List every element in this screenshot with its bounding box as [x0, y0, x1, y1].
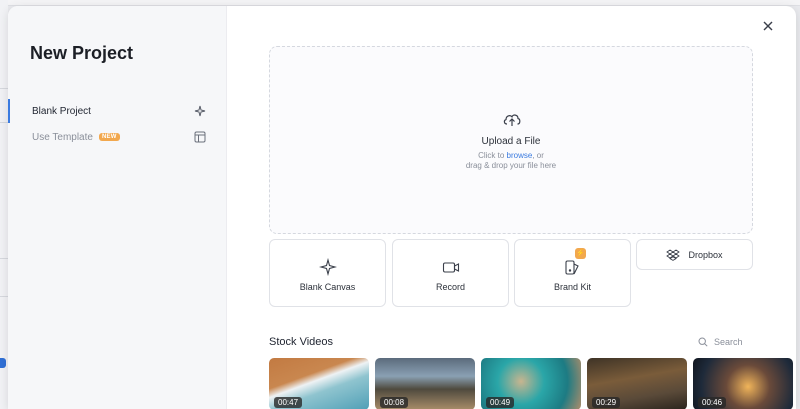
modal-sidebar: New Project Blank Project Use Template N… — [8, 6, 227, 409]
nav-item-blank-project[interactable]: Blank Project — [8, 99, 227, 123]
brand-kit-button[interactable]: ⚡ Brand Kit — [514, 239, 631, 307]
nav-item-label: Use Template — [32, 131, 93, 143]
brand-kit-icon — [564, 260, 579, 275]
stock-video-thumbnail[interactable]: 00:47 — [269, 358, 369, 409]
upload-drag-hint: drag & drop your file here — [465, 161, 557, 170]
dropbox-icon — [666, 248, 681, 261]
background-page-sidebar — [0, 0, 8, 409]
nav-item-use-template[interactable]: Use Template NEW — [8, 125, 227, 149]
search-icon — [698, 337, 708, 347]
upload-instructions-suffix: , or — [532, 151, 544, 160]
video-duration: 00:08 — [380, 397, 409, 408]
new-badge: NEW — [98, 133, 120, 141]
video-camera-icon — [442, 262, 459, 273]
stock-video-thumbnail[interactable]: 00:29 — [587, 358, 687, 409]
close-icon[interactable] — [762, 20, 774, 32]
upload-instructions: Click to browse, or — [270, 151, 752, 160]
lightning-icon: ⚡ — [575, 248, 586, 259]
dropbox-button[interactable]: Dropbox — [636, 239, 753, 270]
record-button[interactable]: Record — [392, 239, 509, 307]
tile-label: Brand Kit — [553, 282, 592, 292]
stock-video-thumbnail[interactable]: 00:49 — [481, 358, 581, 409]
search-placeholder: Search — [714, 337, 743, 347]
modal-title: New Project — [30, 43, 134, 63]
sparkle-icon — [194, 105, 206, 117]
sparkle-icon — [318, 258, 337, 276]
video-duration: 00:47 — [274, 397, 303, 408]
nav-item-label: Blank Project — [32, 105, 91, 117]
video-duration: 00:29 — [592, 397, 621, 408]
stock-video-thumbnail[interactable]: 00:08 — [375, 358, 475, 409]
upload-instructions-prefix: Click to — [478, 151, 507, 160]
upload-dropzone[interactable]: Upload a File Click to browse, or drag &… — [269, 46, 753, 234]
stock-video-thumbnail[interactable]: 00:46 — [693, 358, 793, 409]
tile-label: Record — [435, 282, 465, 292]
template-icon — [194, 131, 206, 143]
video-duration: 00:46 — [698, 397, 727, 408]
video-duration: 00:49 — [486, 397, 515, 408]
stock-search-input[interactable]: Search — [698, 335, 758, 349]
blank-canvas-button[interactable]: Blank Canvas — [269, 239, 386, 307]
stock-videos-heading: Stock Videos — [269, 336, 334, 348]
browse-link[interactable]: browse — [507, 151, 533, 160]
tile-label: Blank Canvas — [299, 282, 356, 292]
cloud-upload-icon — [503, 114, 521, 126]
new-project-modal: New Project Blank Project Use Template N… — [8, 6, 796, 409]
dropbox-label: Dropbox — [688, 249, 723, 260]
upload-title: Upload a File — [481, 136, 541, 147]
